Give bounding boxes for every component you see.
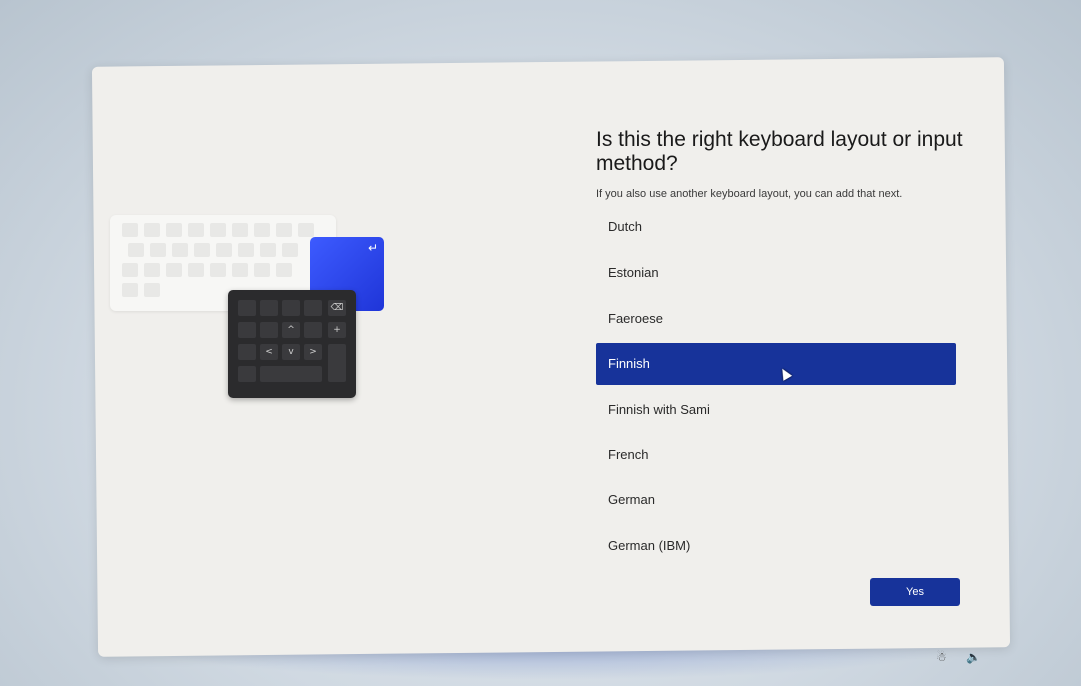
pad-key: [238, 300, 256, 316]
list-item-estonian[interactable]: Estonian: [596, 252, 956, 294]
enter-icon: ↵: [367, 241, 378, 255]
key: [254, 223, 270, 237]
key: [238, 243, 254, 257]
pad-key: [304, 322, 322, 338]
key: [122, 283, 138, 297]
list-item-faeroese[interactable]: Faeroese: [596, 298, 956, 340]
up-arrow-icon: ^: [282, 322, 300, 338]
right-arrow-icon: >: [304, 344, 322, 360]
list-item-german[interactable]: German: [596, 479, 956, 521]
key: [172, 243, 188, 257]
key: [122, 223, 138, 237]
list-item-finnish[interactable]: Finnish: [596, 343, 956, 385]
list-item-dutch[interactable]: Dutch: [596, 218, 956, 248]
key: [232, 223, 248, 237]
pad-key: [328, 344, 346, 382]
key: [260, 243, 276, 257]
down-arrow-icon: v: [282, 344, 300, 360]
key: [144, 283, 160, 297]
key: [122, 263, 138, 277]
key: [166, 223, 182, 237]
key: [276, 263, 292, 277]
key-row: [128, 243, 298, 257]
pad-key: [238, 344, 256, 360]
plus-icon: +: [328, 322, 346, 338]
page-title: Is this the right keyboard layout or inp…: [596, 128, 963, 175]
key: [194, 243, 210, 257]
yes-button[interactable]: Yes: [870, 578, 960, 606]
key: [144, 223, 160, 237]
key: [188, 223, 204, 237]
key: [282, 243, 298, 257]
volume-icon[interactable]: 🔈: [966, 650, 981, 664]
key: [188, 263, 204, 277]
numpad-graphic: ⌫ ^ + < v >: [228, 290, 356, 398]
pad-key: [238, 366, 256, 382]
key: [144, 263, 160, 277]
key: [150, 243, 166, 257]
key: [276, 223, 292, 237]
backspace-icon: ⌫: [328, 300, 346, 316]
key: [128, 243, 144, 257]
pad-key: [260, 322, 278, 338]
accessibility-icon[interactable]: ☃: [936, 650, 947, 664]
key: [210, 263, 226, 277]
page-subtitle: If you also use another keyboard layout,…: [596, 188, 903, 200]
key: [254, 263, 270, 277]
key: [210, 223, 226, 237]
pad-key: [304, 300, 322, 316]
key: [232, 263, 248, 277]
pad-key: [260, 300, 278, 316]
pad-key: [282, 300, 300, 316]
left-arrow-icon: <: [260, 344, 278, 360]
key: [166, 263, 182, 277]
list-item-finnish-with-sami[interactable]: Finnish with Sami: [596, 389, 956, 431]
header-section: Is this the right keyboard layout or inp…: [596, 128, 976, 200]
key-row: [122, 223, 314, 237]
key-row: [122, 263, 292, 277]
keyboard-layout-list[interactable]: Dutch Estonian Faeroese Finnish Finnish …: [596, 218, 956, 578]
keyboard-illustration: ↵ ⌫ ^ + < v >: [110, 215, 400, 405]
pad-key: [238, 322, 256, 338]
key-row: [122, 283, 160, 297]
key: [216, 243, 232, 257]
list-item-german-ibm[interactable]: German (IBM): [596, 525, 956, 567]
key: [298, 223, 314, 237]
list-item-french[interactable]: French: [596, 434, 956, 476]
pad-key: [260, 366, 322, 382]
